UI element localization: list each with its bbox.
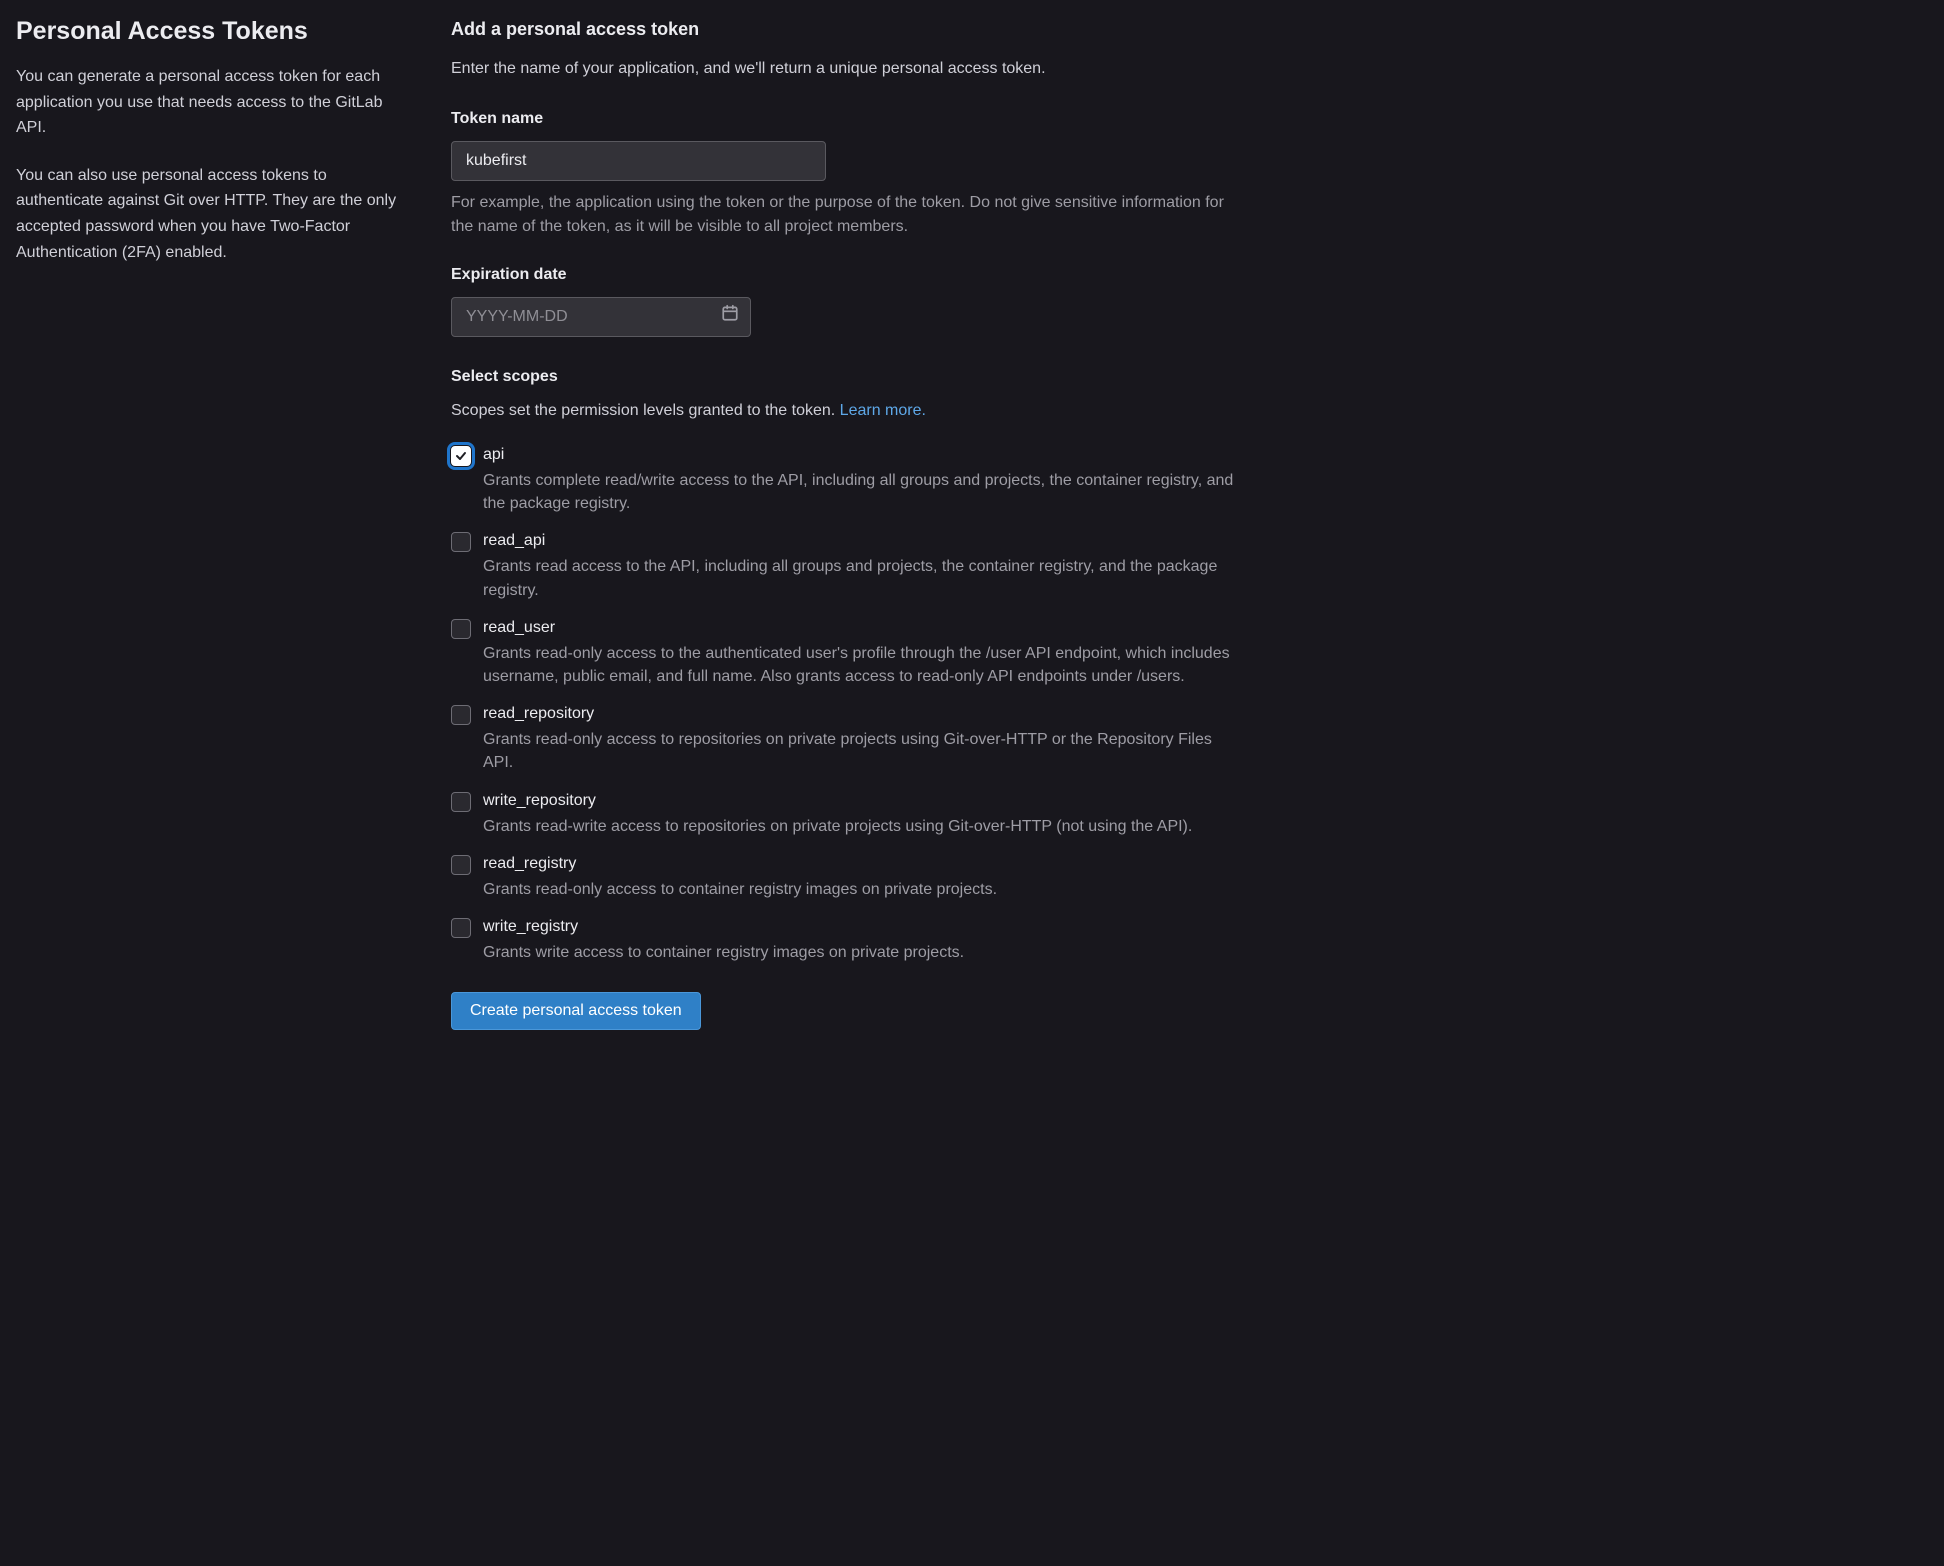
main-form: Add a personal access token Enter the na… [451, 16, 1236, 1030]
scopes-label: Select scopes [451, 365, 1236, 389]
scope-desc-read_api: Grants read access to the API, including… [483, 555, 1236, 601]
sidebar: Personal Access Tokens You can generate … [16, 16, 411, 1030]
form-heading: Add a personal access token [451, 16, 1236, 43]
scope-checkbox-read_repository[interactable] [451, 705, 471, 725]
expiration-label: Expiration date [451, 263, 1236, 287]
scope-desc-write_repository: Grants read-write access to repositories… [483, 815, 1236, 838]
scope-item-read_registry: read_registryGrants read-only access to … [451, 852, 1236, 901]
scope-desc-api: Grants complete read/write access to the… [483, 469, 1236, 515]
scope-desc-read_repository: Grants read-only access to repositories … [483, 728, 1236, 774]
token-name-input[interactable] [451, 141, 826, 181]
scope-label-read_api[interactable]: read_api [483, 529, 545, 553]
form-intro: Enter the name of your application, and … [451, 57, 1236, 81]
learn-more-link[interactable]: Learn more. [840, 402, 926, 419]
scope-checkbox-read_api[interactable] [451, 532, 471, 552]
scope-item-read_repository: read_repositoryGrants read-only access t… [451, 702, 1236, 774]
scope-label-read_user[interactable]: read_user [483, 616, 555, 640]
scope-label-read_repository[interactable]: read_repository [483, 702, 594, 726]
scope-item-read_api: read_apiGrants read access to the API, i… [451, 529, 1236, 601]
scope-label-read_registry[interactable]: read_registry [483, 852, 576, 876]
scope-desc-read_registry: Grants read-only access to container reg… [483, 878, 1236, 901]
token-name-label: Token name [451, 107, 1236, 131]
scope-item-api: apiGrants complete read/write access to … [451, 443, 1236, 515]
token-name-help: For example, the application using the t… [451, 191, 1236, 239]
sidebar-para-2: You can also use personal access tokens … [16, 163, 411, 265]
scope-list: apiGrants complete read/write access to … [451, 443, 1236, 964]
scope-item-write_registry: write_registryGrants write access to con… [451, 915, 1236, 964]
scope-label-api[interactable]: api [483, 443, 504, 467]
scope-checkbox-read_user[interactable] [451, 619, 471, 639]
scope-item-write_repository: write_repositoryGrants read-write access… [451, 789, 1236, 838]
scope-checkbox-read_registry[interactable] [451, 855, 471, 875]
scope-checkbox-api[interactable] [451, 446, 471, 466]
page-title: Personal Access Tokens [16, 16, 411, 46]
create-token-button[interactable]: Create personal access token [451, 992, 701, 1030]
scope-desc-read_user: Grants read-only access to the authentic… [483, 642, 1236, 688]
scopes-description: Scopes set the permission levels granted… [451, 399, 1236, 423]
scope-item-read_user: read_userGrants read-only access to the … [451, 616, 1236, 688]
scope-label-write_repository[interactable]: write_repository [483, 789, 596, 813]
scope-checkbox-write_repository[interactable] [451, 792, 471, 812]
scope-checkbox-write_registry[interactable] [451, 918, 471, 938]
scope-label-write_registry[interactable]: write_registry [483, 915, 578, 939]
expiration-input[interactable] [451, 297, 751, 337]
scope-desc-write_registry: Grants write access to container registr… [483, 941, 1236, 964]
sidebar-para-1: You can generate a personal access token… [16, 64, 411, 141]
